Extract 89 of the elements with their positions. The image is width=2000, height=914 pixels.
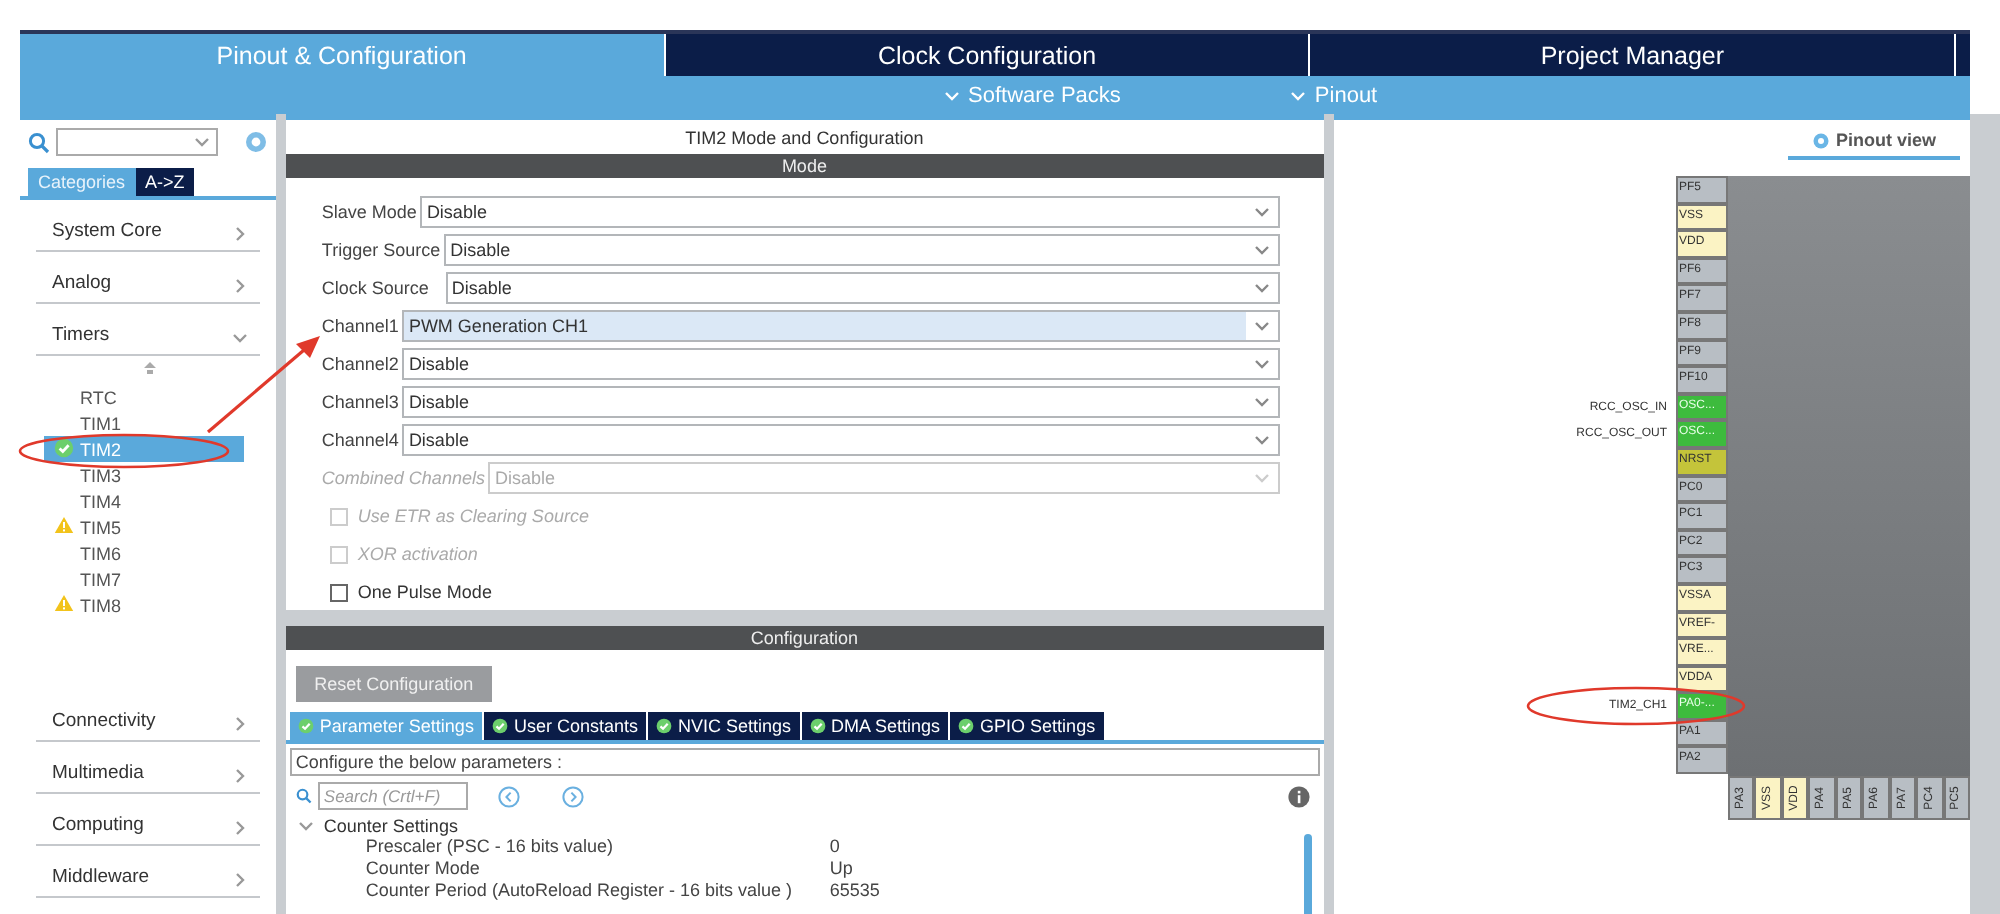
dropdown-field[interactable]: Disable <box>420 196 1279 228</box>
tree-item[interactable]: TIM6 <box>44 540 244 566</box>
tree-item[interactable]: TIM4 <box>44 488 244 514</box>
settings-tab[interactable]: User Constants <box>483 712 646 740</box>
check-circle-icon <box>809 718 826 734</box>
previous-icon[interactable] <box>497 785 520 807</box>
category-item[interactable]: Middleware <box>36 846 260 898</box>
tree-item[interactable]: TIM7 <box>44 566 244 592</box>
tree-item[interactable]: TIM5 <box>44 514 244 540</box>
section-header: Mode <box>285 154 1323 178</box>
tree-item[interactable]: TIM3 <box>44 462 244 488</box>
caret-icon <box>1253 242 1269 258</box>
search-icon <box>295 788 312 804</box>
search-dropdown[interactable] <box>56 128 218 156</box>
check-circle-icon <box>491 718 508 734</box>
chevron-right-icon <box>231 820 248 836</box>
parameter-value: 0 <box>829 836 842 858</box>
field-label: Slave Mode <box>321 202 417 222</box>
caret-icon <box>1253 356 1269 372</box>
chevron-down-icon <box>231 330 248 346</box>
chevron-down-icon <box>1290 87 1307 103</box>
dropdown-field[interactable]: Disable <box>402 424 1279 456</box>
field-label: Combined Channels <box>321 468 485 488</box>
scroll-up-icon[interactable] <box>144 362 156 378</box>
dropdown-field[interactable]: Disable <box>445 272 1279 304</box>
warning-icon <box>54 516 74 534</box>
chevron-right-icon <box>231 226 248 242</box>
category-item[interactable]: System Core <box>36 200 260 252</box>
caret-icon <box>1253 394 1269 410</box>
search-field[interactable]: Search (Crtl+F) <box>317 782 468 810</box>
category-item[interactable]: Timers <box>36 304 260 356</box>
parameter-name: Counter Mode <box>365 858 482 880</box>
pinout-view-tab[interactable]: Pinout view <box>1787 130 1960 160</box>
field-label: Channel4 <box>321 430 399 450</box>
chevron-right-icon <box>231 278 248 294</box>
field-label: Channel3 <box>321 392 399 412</box>
parameter-name: Prescaler (PSC - 16 bits value) <box>365 836 615 858</box>
tree-item[interactable]: TIM8 <box>44 592 244 618</box>
tab-strip-end <box>1956 34 1971 76</box>
caret-icon <box>1253 470 1269 486</box>
field-label: Trigger Source <box>321 240 441 260</box>
dropdown-field[interactable]: Disable <box>402 386 1279 418</box>
tree-item[interactable]: TIM1 <box>44 410 244 436</box>
field-label: Clock Source <box>321 278 431 298</box>
section-header: Configuration <box>285 626 1323 650</box>
check-circle-icon <box>958 718 975 734</box>
caret-icon <box>1253 280 1269 296</box>
field-label: Channel1 <box>321 316 399 336</box>
gear-icon[interactable] <box>243 130 268 154</box>
settings-tab[interactable]: NVIC Settings <box>647 712 800 740</box>
main-tab[interactable]: Project Manager <box>1310 34 1957 76</box>
check-circle-icon <box>655 718 672 734</box>
caret-icon <box>1253 318 1269 334</box>
warning-icon <box>54 594 74 612</box>
gear-icon <box>1811 131 1830 149</box>
parameter-value: 65535 <box>829 880 882 902</box>
annotation-arrow <box>206 336 320 434</box>
group-header[interactable]: Counter Settings <box>285 810 1323 836</box>
category-item[interactable]: Multimedia <box>36 742 260 794</box>
check-circle-icon <box>54 438 74 458</box>
tree-item[interactable]: RTC <box>44 384 244 410</box>
settings-tab[interactable]: GPIO Settings <box>950 712 1104 740</box>
checkbox[interactable]: One Pulse Mode <box>321 576 1279 608</box>
info-icon[interactable] <box>1287 785 1309 807</box>
chevron-right-icon <box>231 768 248 784</box>
chevron-right-icon <box>231 872 248 888</box>
description-text: Configure the below parameters : <box>289 748 1319 776</box>
settings-tab[interactable]: DMA Settings <box>801 712 949 740</box>
caret-icon <box>1253 432 1269 448</box>
category-item[interactable]: Computing <box>36 794 260 846</box>
parameter-name: Counter Period (AutoReload Register - 16 bits value ) <box>365 880 795 902</box>
main-tab[interactable]: Clock Configuration <box>665 34 1311 76</box>
dropdown-field[interactable]: Disable <box>444 234 1279 266</box>
panel-title: TIM2 Mode and Configuration <box>683 126 926 152</box>
caret-icon <box>1253 204 1269 220</box>
field-label: Channel2 <box>321 354 399 374</box>
category-item[interactable]: Analog <box>36 252 260 304</box>
parameter-value: Up <box>829 858 855 880</box>
dropdown-field[interactable]: PWM Generation CH1 <box>402 310 1279 342</box>
search-icon[interactable] <box>28 131 50 153</box>
next-icon[interactable] <box>561 785 584 807</box>
check-circle-icon <box>297 718 314 734</box>
caret-icon <box>194 134 210 150</box>
chevron-down-icon <box>297 818 314 834</box>
view-tab[interactable]: A->Z <box>135 168 195 196</box>
category-item[interactable]: Connectivity <box>36 690 260 742</box>
chevron-down-icon <box>944 87 960 103</box>
dropdown-field[interactable]: Disable <box>402 348 1279 380</box>
chevron-right-icon <box>231 716 248 732</box>
